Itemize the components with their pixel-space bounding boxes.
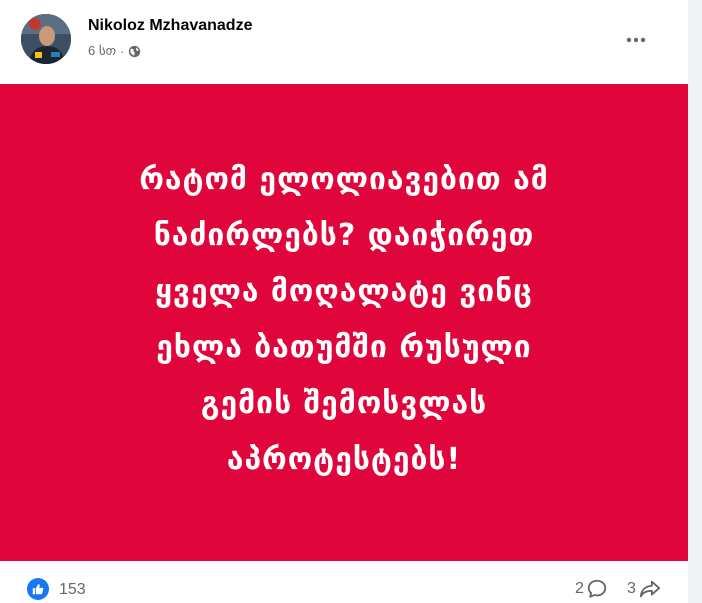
comment-count-button[interactable]: 2 [575, 577, 608, 601]
globe-icon[interactable] [128, 45, 141, 58]
share-count-button[interactable]: 3 [627, 577, 662, 601]
post-card: Nikoloz Mzhavanadze 6 სთ · რატომ ელოლიავ… [0, 0, 688, 603]
reaction-count[interactable]: 153 [59, 581, 86, 599]
post-text-line: გემის შემოსვლას [200, 385, 488, 421]
more-options-button[interactable] [618, 22, 654, 58]
post-time[interactable]: 6 სთ [88, 43, 116, 59]
post-text-line: რატომ ელოლიავებით ამ [139, 161, 549, 197]
page-background-strip [688, 0, 702, 603]
share-count: 3 [627, 580, 636, 597]
share-icon [639, 580, 660, 598]
post-text-line: აპროტესტებს! [226, 441, 462, 477]
meta-separator: · [120, 43, 125, 59]
post-meta: 6 სთ · [88, 42, 141, 60]
more-dots-icon [626, 37, 646, 43]
post-text-line: ეხლა ბათუმში რუსული [156, 329, 532, 365]
author-name[interactable]: Nikoloz Mzhavanadze [88, 17, 252, 35]
post-text: რატომ ელოლიავებით ამ ნაძირლებს? დაიჭირეთ… [64, 152, 624, 488]
post-text-line: ნაძირლებს? დაიჭირეთ [153, 217, 535, 253]
like-icon[interactable] [27, 578, 49, 600]
comment-count: 2 [575, 580, 584, 597]
post-header: Nikoloz Mzhavanadze 6 სთ · [0, 0, 688, 84]
post-footer: 153 2 3 [0, 561, 688, 603]
post-text-line: ყველა მოღალატე ვინც [155, 273, 533, 309]
author-avatar[interactable] [21, 14, 71, 64]
post-content-background: რატომ ელოლიავებით ამ ნაძირლებს? დაიჭირეთ… [0, 84, 688, 561]
comment-icon [587, 579, 607, 598]
avatar-image [21, 14, 71, 64]
